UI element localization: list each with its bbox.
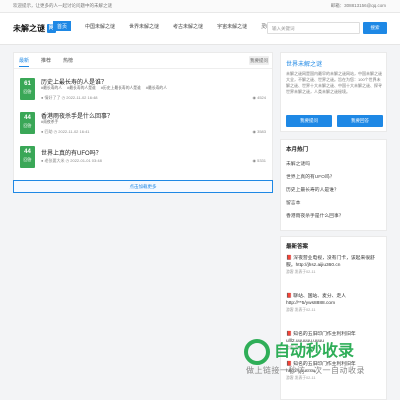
answer-item[interactable]: 📕 深夜营业电视，没有门卡，该起来很舒服。http://jhsz.aijiu36… [286,255,383,275]
question-item: 61 回答 历史上最长寿的人是谁？ #最长寿的人 #最长寿的人是谁 #历史上最长… [20,77,266,107]
about-panel: 世界未解之谜 未解之谜网是国内最早的未解之谜网站，中国未解之谜大全，不解之谜、世… [280,52,387,132]
hot-title: 本月热门 [286,147,309,153]
question-tags: #雨夜杀手 [41,120,63,125]
search-button[interactable]: 搜索 [363,22,387,34]
tag[interactable]: #最长寿的人 [146,86,167,91]
welcome-notice: 欢迎提示，让更多的人一起讨论问题中的未解之谜 [13,3,112,8]
answer-meta: 游客 发表于02-11 [286,270,316,274]
load-more-button[interactable]: 点击加载更多 [13,180,273,193]
tab-recommended[interactable]: 推荐 [41,57,51,64]
answers-title: 最新答案 [286,244,309,250]
question-meta: ● 情好了了 ◷ 2022-11-02 16:48 [41,95,98,100]
tab-latest[interactable]: 最新 [19,57,30,67]
nav-item-archaeology[interactable]: 考古未解之谜 [173,23,203,31]
nav-item-china[interactable]: 中国未解之谜 [85,23,115,31]
nav-item-world[interactable]: 世界未解之谜 [129,23,159,31]
view-count: ◉ 4524 [252,95,267,100]
contact-email[interactable]: 邮箱：308813156@qq.com [331,3,386,9]
site-logo[interactable]: 未解之谜 网 [13,23,56,34]
view-count: ◉ 5331 [252,158,267,163]
top-bar: 欢迎提示，让更多的人一起讨论问题中的未解之谜 邮箱：308813156@qq.c… [0,0,400,13]
question-list-panel: 最新 推荐 热榜 我要提问 61 回答 历史上最长寿的人是谁？ #最长寿的人 #… [13,52,273,187]
question-item: 44 回答 世界上真的有UFO吗？ ● 老张要大米 ◷ 2022-01-01 0… [20,145,266,175]
view-count: ◉ 3583 [252,129,267,134]
answer-text: 📕 深夜营业电视，没有门卡，该起来很舒服。http://jhsz.aijiu36… [286,256,375,268]
ask-button[interactable]: 我要提问 [286,115,332,127]
question-title[interactable]: 世界上真的有UFO吗？ [41,148,102,157]
ask-question-button[interactable]: 我要提问 [249,56,269,65]
navbar: 未解之谜 网 首页 中国未解之谜 世界未解之谜 考古未解之谜 宇宙未解之谜 灵魂… [0,13,400,45]
hot-item[interactable]: 香港雨夜杀手是什么回事？ [286,212,344,219]
tag[interactable]: #最长寿的人 [41,86,62,91]
tag[interactable]: #历史上最长寿的人是谁 [101,86,141,91]
tag[interactable]: #最长寿的人是谁 [67,86,96,91]
tab-hot[interactable]: 热榜 [63,57,73,64]
watermark-circle-icon [244,339,270,365]
answer-count-badge: 44 回答 [20,146,35,168]
question-tags: #最长寿的人 #最长寿的人是谁 #历史上最长寿的人是谁 #最长寿的人 [41,86,172,91]
logo-text: 未解之谜 [13,24,45,33]
answer-text: 📕 聊站、国站、麦分、走人 http://**5/yws8888.com [286,294,347,306]
watermark-logo: 自动秒收录 做上链接一秒访一次一自动收录 [242,333,392,383]
question-tabs: 最新 推荐 热榜 我要提问 [14,53,272,69]
question-title[interactable]: 香港雨夜杀手是什么回事？ [41,111,113,120]
hot-item[interactable]: 留言本 [286,199,300,206]
answer-meta: 游客 发表于02-11 [286,308,316,312]
question-title[interactable]: 历史上最长寿的人是谁？ [41,77,107,86]
watermark-title: 自动秒收录 [274,343,355,360]
question-meta: ● 老张要大米 ◷ 2022-01-01 03:48 [41,158,102,163]
question-item: 44 回答 香港雨夜杀手是什么回事？ #雨夜杀手 ● 匹助 ◷ 2022-11-… [20,111,266,141]
hot-panel: 本月热门 未解之谜吗 世界上真的有UFO吗？ 历史上最长寿的人是谁？ 留言本 香… [280,139,387,231]
hot-item[interactable]: 未解之谜吗 [286,160,310,167]
tag[interactable]: #雨夜杀手 [41,120,58,125]
about-description: 未解之谜网是国内最早的未解之谜网站，中国未解之谜大全，不解之谜、世界之谜。旨在为… [286,71,382,94]
hot-item[interactable]: 历史上最长寿的人是谁？ [286,186,339,193]
nav-item-universe[interactable]: 宇宙未解之谜 [217,23,247,31]
hot-item[interactable]: 世界上真的有UFO吗？ [286,173,335,180]
about-title: 世界未解之谜 [286,62,323,68]
answer-count-badge: 44 回答 [20,112,35,134]
nav-item-home[interactable]: 首页 [53,21,72,31]
answer-count-badge: 61 回答 [20,78,35,100]
question-meta: ● 匹助 ◷ 2022-11-02 16:41 [41,129,90,134]
search-input[interactable]: 输入关键词 [267,22,360,34]
answer-item[interactable]: 📕 聊站、国站、麦分、走人 http://**5/yws8888.com 游客 … [286,293,383,313]
answer-button[interactable]: 我要回答 [337,115,383,127]
watermark-caption: 做上链接一秒访一次一自动收录 [246,366,365,375]
